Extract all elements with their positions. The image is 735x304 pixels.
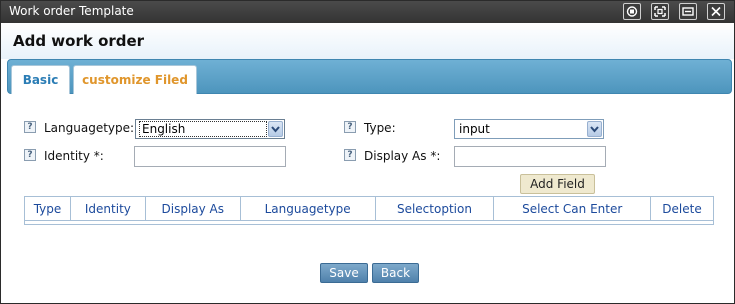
dialog-window: Work order Template Add work order Basic… <box>0 0 735 304</box>
table-header-row: Type Identity Display As Languagetype Se… <box>24 196 714 221</box>
chevron-down-icon <box>268 121 283 137</box>
column-header-languagetype[interactable]: Languagetype <box>240 196 376 221</box>
languagetype-select[interactable]: English <box>135 119 285 139</box>
window-title: Work order Template <box>9 4 134 18</box>
fields-table: Type Identity Display As Languagetype Se… <box>24 196 714 225</box>
dialog-header: Add work order <box>1 23 734 59</box>
type-value: input <box>459 122 490 136</box>
help-icon[interactable]: ? <box>344 121 356 133</box>
page-title: Add work order <box>13 32 145 50</box>
table-empty-row <box>24 220 714 225</box>
identity-field[interactable] <box>134 146 286 167</box>
display-as-field[interactable] <box>454 146 606 167</box>
languagetype-value: English <box>139 121 267 137</box>
type-select[interactable]: input <box>454 119 604 139</box>
title-bar[interactable]: Work order Template <box>1 1 734 23</box>
identity-label: Identity *: <box>44 149 104 163</box>
display-as-label: Display As *: <box>364 149 441 163</box>
column-header-identity[interactable]: Identity <box>70 196 146 221</box>
tab-customize-filed[interactable]: customize Filed <box>73 65 197 95</box>
form-panel: ? Languagetype: English ? Type: input ? … <box>7 94 732 302</box>
save-button[interactable]: Save <box>320 263 368 283</box>
maximize-icon[interactable] <box>651 3 669 20</box>
restore-icon[interactable] <box>623 3 641 20</box>
help-icon[interactable]: ? <box>24 149 36 161</box>
minimize-icon[interactable] <box>679 3 697 20</box>
column-header-type[interactable]: Type <box>24 196 71 221</box>
add-field-button[interactable]: Add Field <box>520 174 595 194</box>
chevron-down-icon <box>587 121 602 137</box>
tab-basic[interactable]: Basic <box>11 65 70 95</box>
column-header-select-can-enter[interactable]: Select Can Enter <box>493 196 652 221</box>
languagetype-label: Languagetype: <box>44 121 135 135</box>
tab-bar: Basic customize Filed <box>7 59 732 95</box>
column-header-display-as[interactable]: Display As <box>145 196 241 221</box>
close-icon[interactable] <box>707 3 725 20</box>
column-header-selectoption[interactable]: Selectoption <box>375 196 495 221</box>
back-button[interactable]: Back <box>372 263 419 283</box>
help-icon[interactable]: ? <box>344 149 356 161</box>
type-label: Type: <box>364 121 396 135</box>
column-header-delete[interactable]: Delete <box>650 196 714 221</box>
help-icon[interactable]: ? <box>24 121 36 133</box>
